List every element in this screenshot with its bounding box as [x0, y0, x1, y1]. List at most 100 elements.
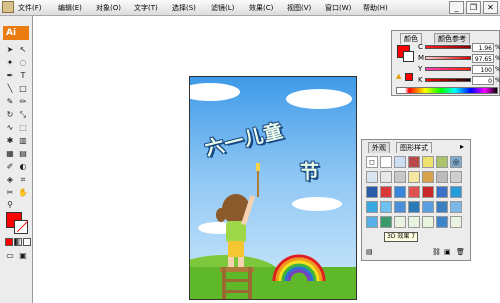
rectangle-tool-icon[interactable]: □: [17, 83, 29, 95]
style-libraries-icon[interactable]: ▤: [366, 248, 373, 256]
none-mode-button[interactable]: [23, 238, 31, 246]
style-default-icon[interactable]: ◻: [366, 156, 378, 168]
style-swatch-icon[interactable]: [394, 156, 406, 168]
direct-selection-tool-icon[interactable]: ↖: [17, 44, 29, 56]
break-link-icon[interactable]: ⛓: [432, 248, 441, 256]
style-swatch-icon[interactable]: [394, 171, 406, 183]
channel-y-slider[interactable]: [425, 67, 471, 71]
live-paint-icon[interactable]: ◈: [4, 174, 16, 186]
menu-edit[interactable]: 编辑(E): [58, 3, 82, 13]
style-swatch-icon[interactable]: [436, 171, 448, 183]
menu-select[interactable]: 选择(S): [172, 3, 196, 13]
menu-filter[interactable]: 滤镜(L): [211, 3, 234, 13]
style-swatch-icon[interactable]: [380, 171, 392, 183]
channel-c-slider[interactable]: [425, 45, 471, 49]
style-swatch-icon[interactable]: [436, 201, 448, 213]
free-transform-icon[interactable]: ⬚: [17, 122, 29, 134]
channel-k-value[interactable]: 0: [472, 76, 494, 85]
mesh-tool-icon[interactable]: ▦: [4, 148, 16, 160]
style-swatch-icon[interactable]: [394, 186, 406, 198]
new-style-icon[interactable]: ▣: [444, 248, 451, 256]
style-swatch-icon[interactable]: [380, 186, 392, 198]
tab-graphic-styles[interactable]: 图形样式: [396, 142, 432, 153]
style-swatch-icon[interactable]: [380, 216, 392, 228]
color-spectrum-bar[interactable]: [396, 87, 498, 94]
lasso-icon[interactable]: ◌: [17, 57, 29, 69]
magic-wand-icon[interactable]: ✦: [4, 57, 16, 69]
restore-icon[interactable]: ❐: [466, 1, 481, 14]
style-none-icon[interactable]: [380, 156, 392, 168]
color-mode-button[interactable]: [5, 238, 13, 246]
symbol-sprayer-icon[interactable]: ✱: [4, 135, 16, 147]
tab-appearance[interactable]: 外观: [368, 142, 390, 153]
selection-tool-icon[interactable]: ➤: [4, 44, 16, 56]
delete-style-icon[interactable]: 🗑: [456, 248, 465, 256]
style-swatch-icon[interactable]: [450, 216, 462, 228]
menu-effect[interactable]: 效果(C): [249, 3, 273, 13]
style-swatch-icon[interactable]: ◎: [450, 156, 462, 168]
style-swatch-icon[interactable]: [366, 186, 378, 198]
style-swatch-icon[interactable]: [408, 201, 420, 213]
minimize-icon[interactable]: _: [449, 1, 464, 14]
style-swatch-icon[interactable]: [408, 156, 420, 168]
menu-type[interactable]: 文字(T): [134, 3, 158, 13]
graph-tool-icon[interactable]: ▥: [17, 135, 29, 147]
stroke-swatch[interactable]: [403, 51, 414, 62]
style-swatch-icon[interactable]: [366, 216, 378, 228]
style-swatch-icon[interactable]: [408, 171, 420, 183]
channel-c-value[interactable]: 1.96: [472, 43, 494, 52]
pencil-tool-icon[interactable]: ✏: [17, 96, 29, 108]
scale-tool-icon[interactable]: ⤡: [17, 109, 29, 121]
style-swatch-icon[interactable]: [436, 216, 448, 228]
rotate-tool-icon[interactable]: ↻: [4, 109, 16, 121]
out-of-gamut-warning-icon[interactable]: ▲: [396, 72, 401, 80]
zoom-tool-icon[interactable]: ⚲: [4, 199, 16, 211]
blend-tool-icon[interactable]: ◐: [17, 161, 29, 173]
style-swatch-icon[interactable]: [450, 201, 462, 213]
style-swatch-icon[interactable]: [422, 171, 434, 183]
style-swatch-icon[interactable]: [394, 201, 406, 213]
channel-k-slider[interactable]: [425, 78, 471, 82]
style-swatch-icon[interactable]: [450, 186, 462, 198]
style-swatch-icon[interactable]: [436, 156, 448, 168]
style-swatch-icon[interactable]: [408, 216, 420, 228]
style-swatch-icon[interactable]: [422, 156, 434, 168]
brush-tool-icon[interactable]: ✎: [4, 96, 16, 108]
style-swatch-icon[interactable]: [422, 186, 434, 198]
hand-tool-icon[interactable]: ✋: [17, 187, 29, 199]
crop-area-icon[interactable]: ⌗: [17, 174, 29, 186]
menu-file[interactable]: 文件(F): [18, 3, 42, 13]
style-swatch-icon[interactable]: [422, 201, 434, 213]
style-swatch-icon[interactable]: [366, 171, 378, 183]
pen-tool-icon[interactable]: ✒: [4, 70, 16, 82]
gamut-swatch[interactable]: [405, 73, 413, 81]
panel-menu-icon[interactable]: ▸: [460, 142, 464, 151]
channel-y-value[interactable]: 100: [472, 65, 494, 74]
style-swatch-icon[interactable]: [422, 216, 434, 228]
scissors-icon[interactable]: ✂: [4, 187, 16, 199]
style-swatch-icon[interactable]: [450, 171, 462, 183]
artboard[interactable]: 六一儿童 节: [189, 76, 357, 300]
stroke-color-swatch[interactable]: [14, 220, 29, 234]
style-swatch-icon[interactable]: [394, 216, 406, 228]
channel-m-value[interactable]: 97.65: [472, 54, 494, 63]
warp-tool-icon[interactable]: ∿: [4, 122, 16, 134]
menu-window[interactable]: 窗口(W): [325, 3, 351, 13]
type-tool-icon[interactable]: T: [17, 70, 29, 82]
close-icon[interactable]: ✕: [483, 1, 498, 14]
fullscreen-mode-icon[interactable]: ▣: [17, 250, 29, 262]
style-swatch-icon[interactable]: [366, 201, 378, 213]
style-swatch-icon[interactable]: [380, 201, 392, 213]
channel-m-slider[interactable]: [425, 56, 471, 60]
menu-help[interactable]: 帮助(H): [363, 3, 388, 13]
line-tool-icon[interactable]: ╲: [4, 83, 16, 95]
screen-mode-icon[interactable]: ▭: [4, 250, 16, 262]
gradient-tool-icon[interactable]: ▤: [17, 148, 29, 160]
eyedropper-icon[interactable]: ✐: [4, 161, 16, 173]
gradient-mode-button[interactable]: [14, 238, 22, 246]
menu-object[interactable]: 对象(O): [96, 3, 121, 13]
style-swatch-icon[interactable]: [436, 186, 448, 198]
style-swatch-icon[interactable]: [408, 186, 420, 198]
menu-view[interactable]: 视图(V): [287, 3, 311, 13]
tab-color-guide[interactable]: 颜色参考: [434, 33, 470, 44]
